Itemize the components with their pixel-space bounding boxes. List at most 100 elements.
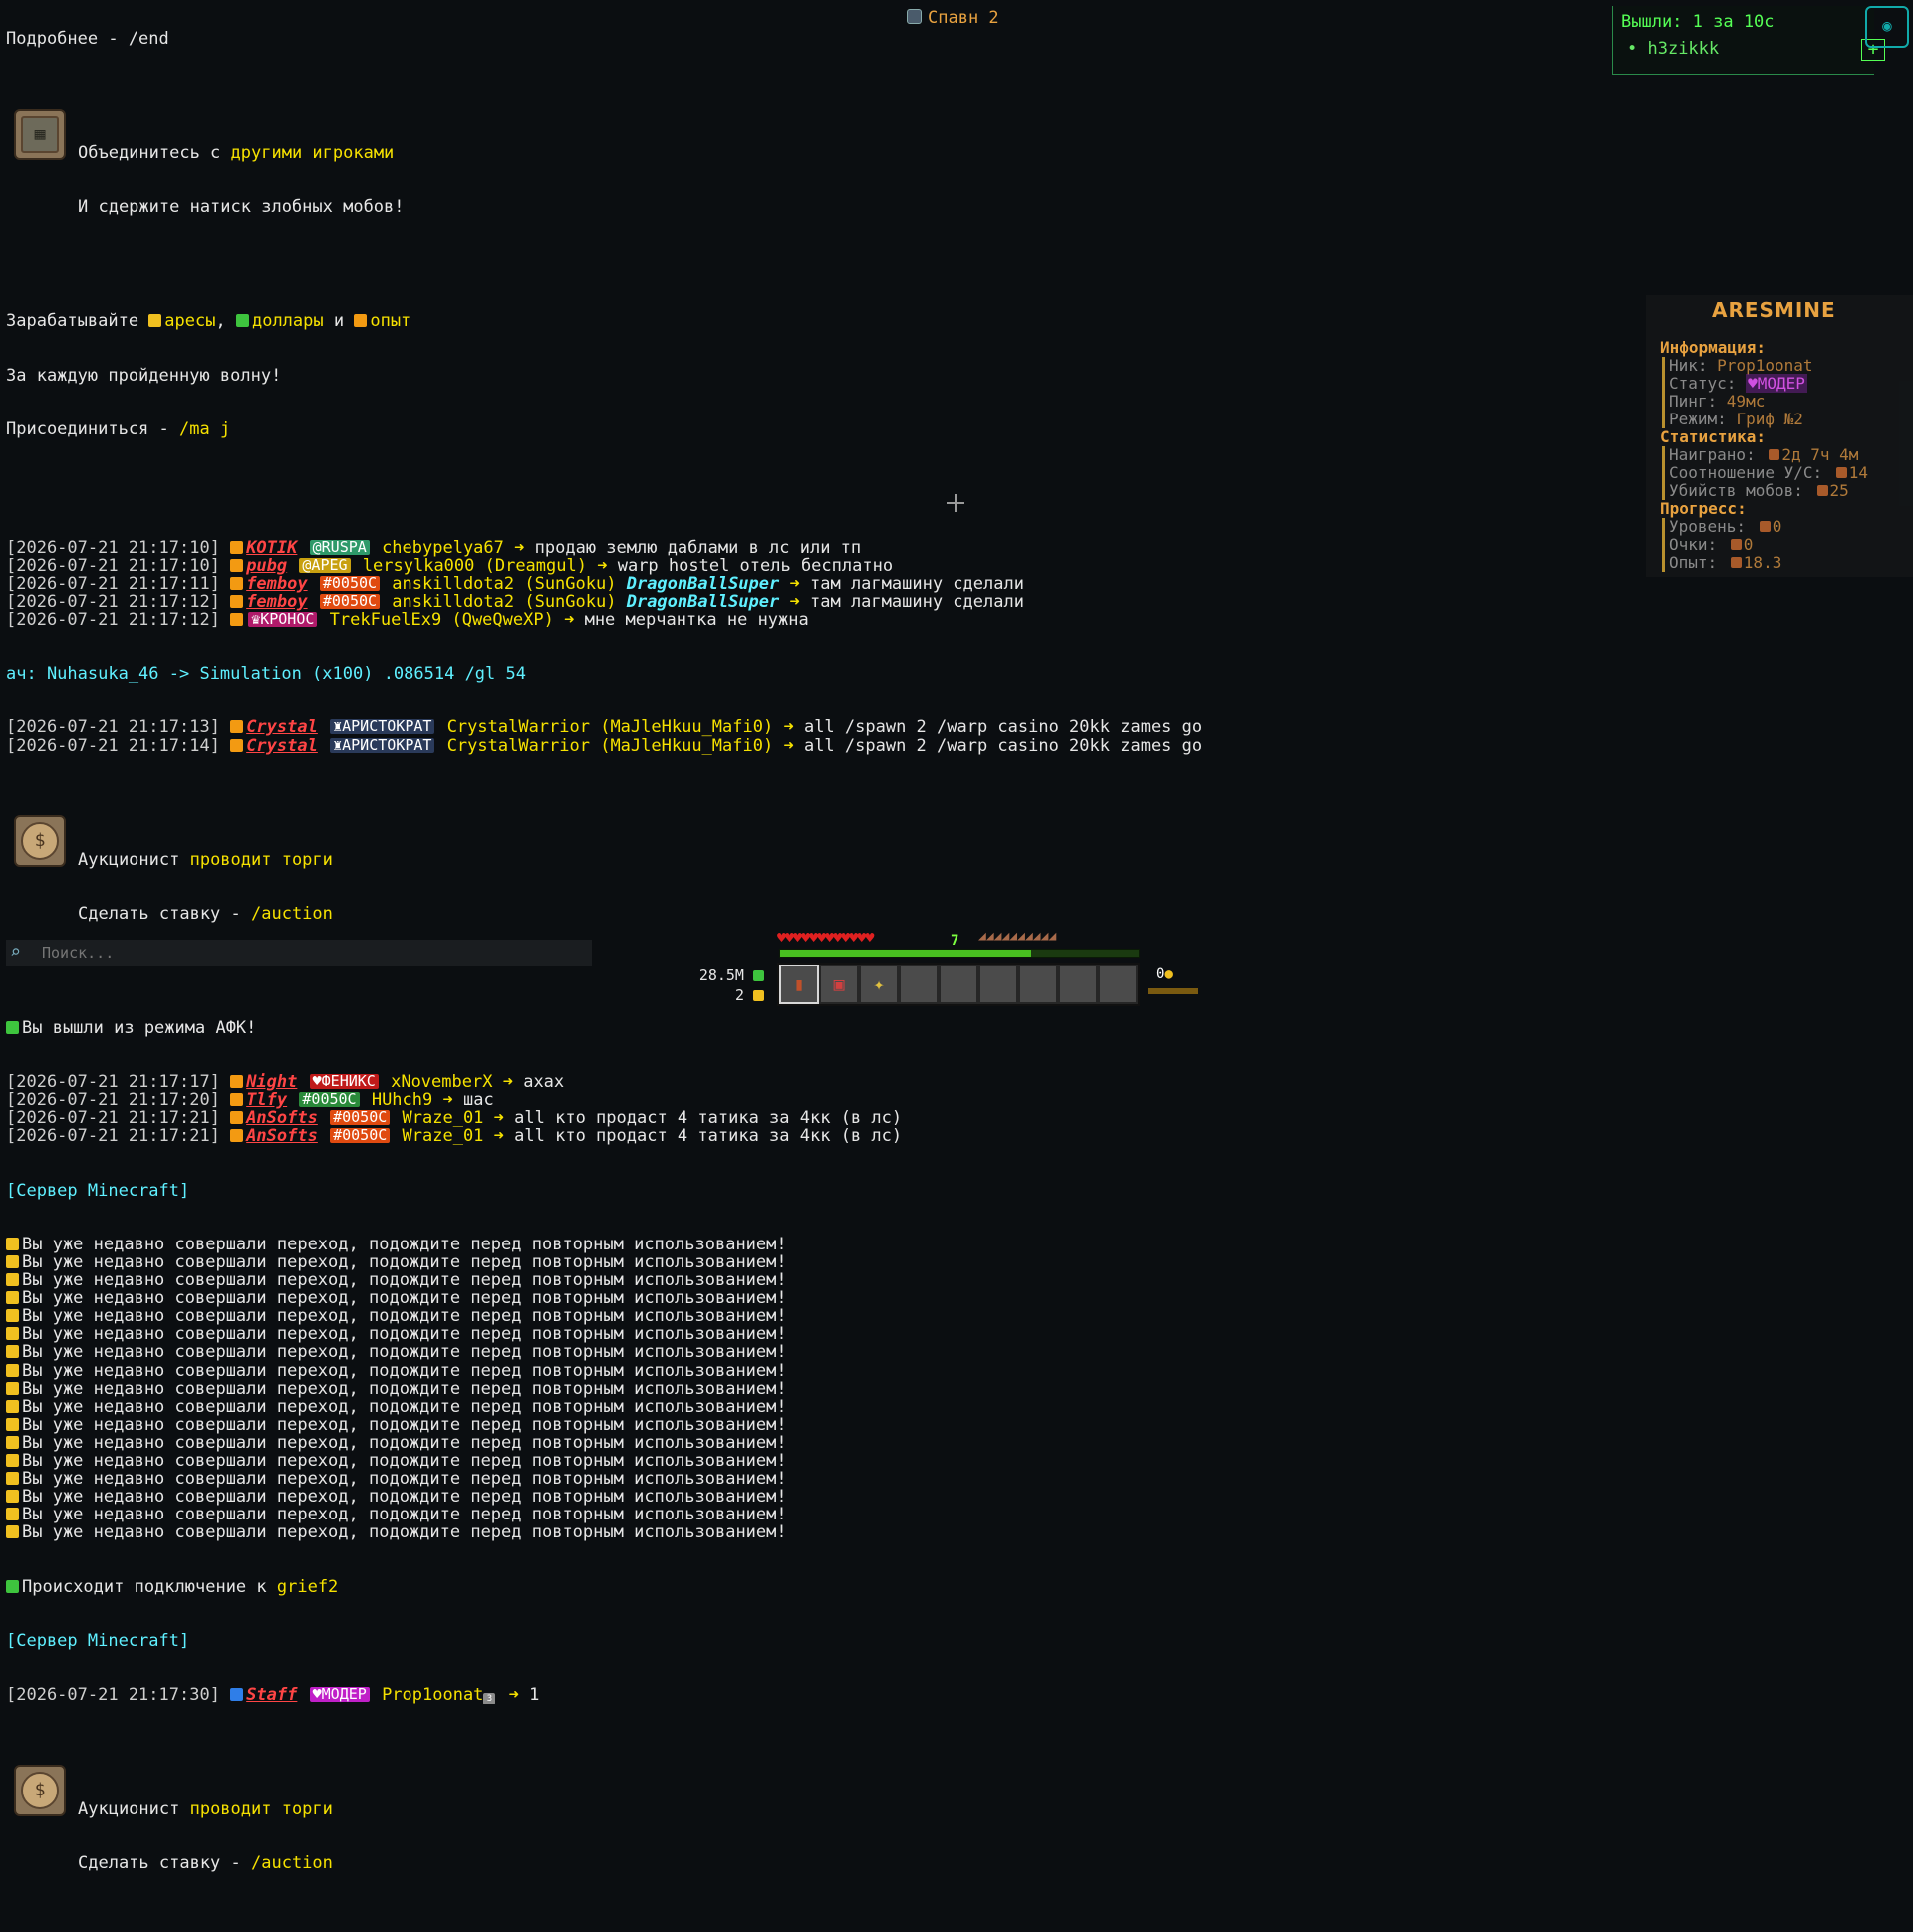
cooldown-message: Вы уже недавно совершали переход, подожд… [6,1343,1321,1362]
rank-badge: #0050C [330,1128,391,1144]
staff-message: [2026-07-21 21:17:30] Staff ♥МОДЕР Prop1… [6,1686,540,1705]
rank-badge: ♛КРОНОС [248,611,318,627]
hotbar-slot-7[interactable] [1018,965,1058,1004]
cooldown-message: Вы уже недавно совершали переход, подожд… [6,1434,1321,1452]
message-text: там лагмашину сделали [810,574,1024,593]
player-name[interactable]: xNovemberX [391,1073,492,1091]
rank-badge: ♥ФЕНИКС [309,1074,379,1090]
cooldown-message: Вы уже недавно совершали переход, подожд… [6,1506,1321,1523]
warning-icon [6,1381,19,1395]
auction-notification: $ Аукционист проводит торги Сделать став… [14,814,1321,960]
hotbar-slot-4[interactable] [899,965,939,1004]
rank-icon [230,558,244,572]
arrow-icon: ➜ [493,1109,504,1128]
ach-line: ач: Nuhasuka_46 -> Simulation (x100) .08… [6,665,526,684]
cooldown-message: Вы уже недавно совершали переход, подожд… [6,1307,1321,1325]
warning-icon [6,1454,19,1468]
eye-icon[interactable]: ◉ [1865,6,1909,48]
health-bar: ♥♥♥♥♥♥♥♥♥♥♥♥ [777,929,874,947]
warning-icon [6,1508,19,1521]
rank-badge: #0050C [299,1092,360,1108]
rank-badge: #0050C [319,593,381,609]
rank-icon [230,1075,244,1089]
rank-label: femboy [246,592,308,611]
chat-message: [2026-07-21 21:17:21] AnSofts #0050C Wra… [6,1109,903,1128]
cooldown-message: Вы уже недавно совершали переход, подожд… [6,1271,1321,1289]
hotbar-slot-5[interactable] [939,965,978,1004]
join-command[interactable]: /ma j [179,420,230,438]
player-name[interactable]: anskilldota2 (SunGoku) [392,593,616,611]
cooldown-message: Вы уже недавно совершали переход, подожд… [6,1362,1321,1380]
rank-badge: @APEG [299,557,351,573]
chat-message: [2026-07-21 21:17:17] Night ♥ФЕНИКС xNov… [6,1073,565,1092]
rank-label: Night [246,1073,298,1092]
message-text: продаю землю даблами в лс или тп [534,538,862,557]
player-name[interactable]: chebypelya67 [382,539,504,557]
player-name[interactable]: HUhch9 [372,1091,432,1109]
cooldown-message: Вы уже недавно совершали переход, подожд… [6,1253,1321,1271]
arrow-icon: ➜ [783,718,794,737]
rank-icon [230,576,244,590]
hotbar[interactable]: ▮ ▣ ✦ [777,963,1140,1006]
hotbar-slot-6[interactable] [978,965,1018,1004]
wand-icon: ✦ [873,973,885,995]
arrow-icon: ➜ [789,574,800,593]
cooldown-message: Вы уже недавно совершали переход, подожд… [6,1488,1321,1506]
offhand-count: 0● [1156,966,1173,982]
earn-line: Зарабатывайте аресы, доллары и опыт [6,312,411,331]
player-name[interactable]: anskilldota2 (SunGoku) [392,575,616,593]
hotbar-slot-8[interactable] [1058,965,1098,1004]
rank-label: Crystal [246,718,318,737]
player-name[interactable]: Wraze_01 [403,1109,484,1127]
notification: ▦ Объединитесь с другими игроками И сдер… [14,108,1321,253]
chat-message: [2026-07-21 21:17:10] KOTIK @RUSPA cheby… [6,538,862,557]
message-text: all /spawn 2 /warp casino 20kk zames go [803,718,1203,737]
auction-command-2[interactable]: /auction [251,1854,333,1872]
chat-message: [2026-07-21 21:17:14] Crystal ♜АРИСТОКРА… [6,736,1203,755]
cooldown-message: Вы уже недавно совершали переход, подожд… [6,1398,1321,1416]
auction-command[interactable]: /auction [251,905,333,923]
money-display: 28.5M [697,966,767,984]
warning-icon [6,1273,19,1287]
chat-message: [2026-07-21 21:17:12] femboy #0050C ansk… [6,592,1024,611]
exits-title: Вышли: 1 за 10с [1621,12,1775,32]
rank-icon [230,612,244,626]
search-icon: ⌕ [10,942,21,963]
warning-icon [6,1472,19,1486]
rank-icon [230,594,244,608]
rank-icon [230,1129,244,1143]
arrow-icon: ➜ [442,1091,453,1110]
hunger-bar: ◢◢◢◢◢◢◢◢◢◢ [978,929,1057,944]
cooldown-message: Вы уже недавно совершали переход, подожд… [6,1416,1321,1434]
hotbar-slot-9[interactable] [1098,965,1138,1004]
chat-message: [2026-07-21 21:17:13] Crystal ♜АРИСТОКРА… [6,718,1203,737]
cooldown-message: Вы уже недавно совершали переход, подожд… [6,1236,1321,1253]
cooldown-message: Вы уже недавно совершали переход, подожд… [6,1325,1321,1343]
player-name[interactable]: CrystalWarrior (MaJleHkuu_Mafi0) [447,718,774,736]
player-name[interactable]: Wraze_01 [403,1127,484,1145]
message-text: мне мерчантка не нужна [584,610,809,629]
cooldown-message: Вы уже недавно совершали переход, подожд… [6,1523,1321,1541]
search-input[interactable] [40,940,592,966]
arrow-icon: ➜ [564,610,575,629]
warning-icon [6,1255,19,1268]
chat-search-bar[interactable]: ⌕ [6,940,592,966]
hotbar-slot-3[interactable]: ✦ [859,965,899,1004]
book-icon: ▮ [793,973,805,995]
auction-notification-2: $ Аукционист проводит торги Сделать став… [14,1764,1321,1909]
exits-user: • h3zikkk [1627,39,1720,59]
player-name[interactable]: TrekFuelEx9 (QweQweXP) [330,611,554,629]
rank-label: KOTIK [246,538,298,557]
player-name[interactable]: CrystalWarrior (MaJleHkuu_Mafi0) [447,737,774,755]
coin-icon: ● [1164,966,1173,982]
warning-icon [6,1327,19,1341]
player-name[interactable]: lersylka000 (Dreamgul) [363,557,587,575]
rank-badge: @RUSPA [309,539,370,555]
hotbar-slot-1[interactable]: ▮ [779,965,819,1004]
rank-badge: ♜АРИСТОКРАТ [330,719,435,735]
chat-message: [2026-07-21 21:17:21] AnSofts #0050C Wra… [6,1127,903,1146]
hotbar-slot-2[interactable]: ▣ [819,965,859,1004]
chat-message: [2026-07-21 21:17:20] Tlfy #0050C HUhch9… [6,1091,494,1110]
rank-icon [230,738,244,752]
exits-panel: Вышли: 1 за 10с • h3zikkk + [1612,6,1885,75]
